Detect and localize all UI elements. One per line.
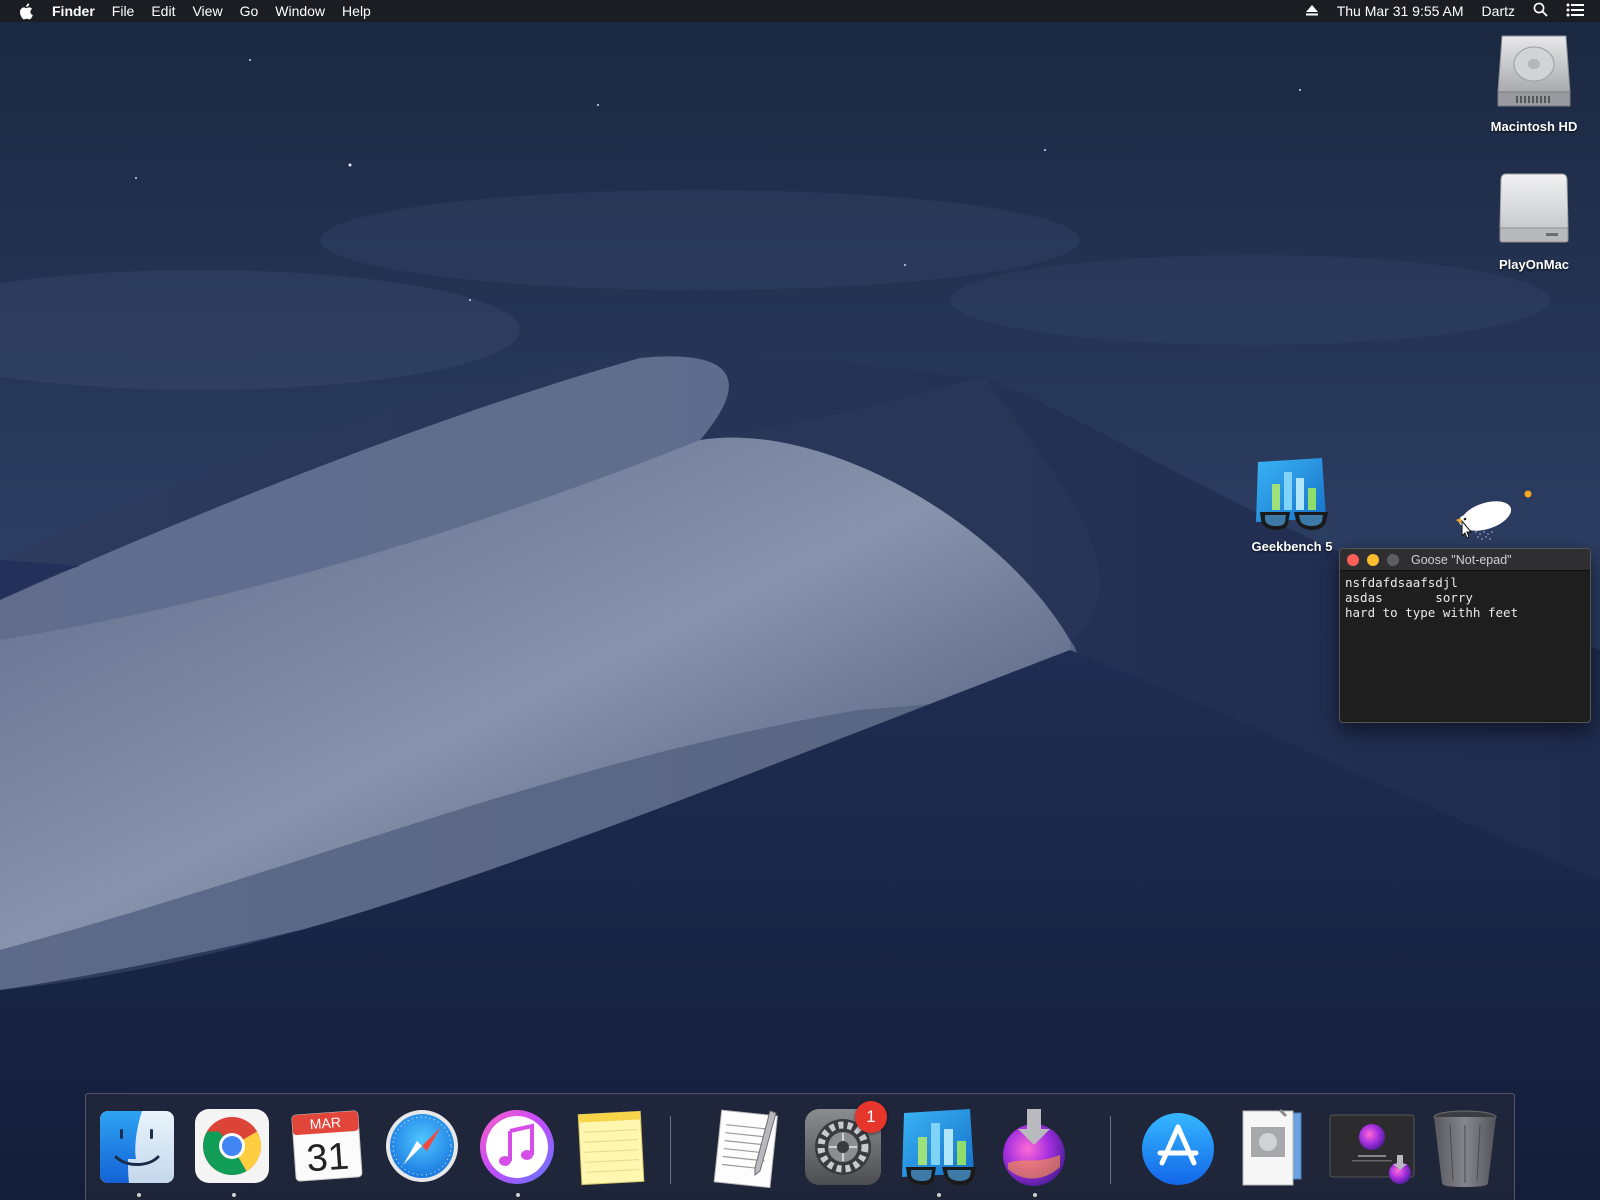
notes-icon xyxy=(577,1110,645,1186)
dock-item-install-macos[interactable] xyxy=(994,1107,1076,1197)
goose-notepad-window[interactable]: Goose "Not-epad" nsfdafdsaafsdjl asdas s… xyxy=(1339,548,1591,723)
running-indicator xyxy=(1033,1193,1037,1197)
dock-separator xyxy=(670,1116,671,1184)
spotlight-search-icon[interactable] xyxy=(1533,2,1548,20)
hard-drive-icon xyxy=(1474,32,1594,113)
install-macos-monterey-icon xyxy=(1003,1109,1065,1186)
running-indicator xyxy=(137,1193,141,1197)
geekbench-icon xyxy=(1232,458,1352,533)
dock-separator xyxy=(1110,1116,1111,1184)
dock: MAR 31 1 xyxy=(85,1093,1515,1200)
desktop-icon-playonmac[interactable]: PlayOnMac xyxy=(1474,172,1594,272)
calendar-icon: MAR 31 xyxy=(291,1110,363,1182)
finder-icon xyxy=(100,1111,174,1183)
dock-item-app-store[interactable] xyxy=(1138,1107,1220,1189)
dock-item-trash[interactable] xyxy=(1426,1107,1508,1189)
notification-center-icon[interactable] xyxy=(1566,3,1584,20)
desktop-icon-geekbench[interactable]: Geekbench 5 xyxy=(1232,458,1352,554)
external-drive-icon xyxy=(1474,172,1594,251)
menu-go[interactable]: Go xyxy=(240,0,259,22)
running-indicator xyxy=(232,1193,236,1197)
dock-item-macos-monterey-window[interactable] xyxy=(1328,1107,1416,1189)
notepad-text-area[interactable]: nsfdafdsaafsdjl asdas sorry hard to type… xyxy=(1340,571,1590,624)
window-title: Goose "Not-epad" xyxy=(1411,552,1512,567)
dock-item-textedit[interactable] xyxy=(708,1107,790,1189)
window-close-button[interactable] xyxy=(1347,553,1359,566)
preview-icon xyxy=(1242,1109,1302,1186)
calendar-month: MAR xyxy=(309,1114,341,1132)
geekbench-icon xyxy=(902,1109,976,1185)
desktop-icon-label: Macintosh HD xyxy=(1490,119,1578,134)
menu-app-finder[interactable]: Finder xyxy=(52,0,95,22)
chrome-icon xyxy=(195,1109,269,1183)
running-indicator xyxy=(516,1193,520,1197)
desktop-icon-macintosh-hd[interactable]: Macintosh HD xyxy=(1474,32,1594,134)
dock-item-finder[interactable] xyxy=(98,1107,180,1197)
dock-item-itunes[interactable] xyxy=(477,1107,559,1197)
dock-item-preview[interactable] xyxy=(1233,1107,1315,1189)
eject-icon[interactable] xyxy=(1305,3,1319,19)
menu-window[interactable]: Window xyxy=(275,0,325,22)
dock-item-calendar[interactable]: MAR 31 xyxy=(288,1107,370,1189)
calendar-day: 31 xyxy=(305,1136,350,1181)
menu-edit[interactable]: Edit xyxy=(151,0,175,22)
window-titlebar[interactable]: Goose "Not-epad" xyxy=(1340,549,1590,571)
window-zoom-button[interactable] xyxy=(1387,553,1399,566)
dock-item-safari[interactable] xyxy=(383,1107,465,1189)
trash-icon xyxy=(1433,1110,1497,1187)
desktop-icon-label: PlayOnMac xyxy=(1498,257,1570,272)
running-indicator xyxy=(937,1193,941,1197)
textedit-icon xyxy=(713,1109,778,1189)
desktop-goose[interactable] xyxy=(1452,488,1532,551)
menu-bar: Finder File Edit View Go Window Help Thu… xyxy=(0,0,1600,22)
itunes-icon xyxy=(480,1110,554,1184)
notification-badge: 1 xyxy=(855,1101,887,1133)
menu-help[interactable]: Help xyxy=(342,0,371,22)
dock-item-geekbench[interactable] xyxy=(898,1107,980,1197)
menubar-user[interactable]: Dartz xyxy=(1482,0,1515,22)
dock-item-notes[interactable] xyxy=(572,1107,654,1189)
dock-item-system-preferences[interactable]: 1 xyxy=(803,1101,887,1189)
safari-icon xyxy=(386,1110,458,1182)
desktop-icon-label: Geekbench 5 xyxy=(1251,539,1333,554)
dock-item-chrome[interactable] xyxy=(193,1107,275,1197)
menubar-clock[interactable]: Thu Mar 31 9:55 AM xyxy=(1337,0,1464,22)
menu-view[interactable]: View xyxy=(192,0,222,22)
menu-file[interactable]: File xyxy=(112,0,135,22)
app-store-icon xyxy=(1142,1113,1214,1185)
apple-logo-icon[interactable] xyxy=(18,2,34,20)
macos-monterey-window-icon xyxy=(1329,1114,1415,1184)
window-minimize-button[interactable] xyxy=(1367,553,1379,566)
